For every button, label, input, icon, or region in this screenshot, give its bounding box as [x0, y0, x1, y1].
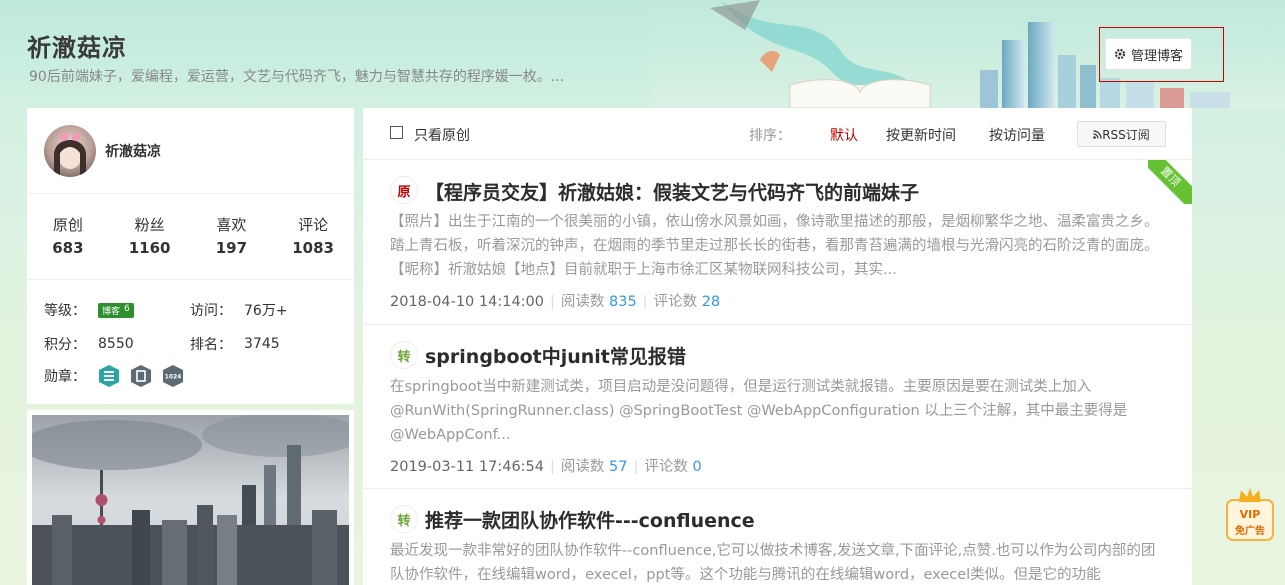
blog-header: 祈澈菇凉 90后前端妹子，爱编程，爱运营，文艺与代码齐飞，魅力与智慧共存的程序媛… [0, 0, 1285, 108]
stat-label: 粉丝 [134, 216, 165, 234]
sort-by-update-link[interactable]: 按更新时间 [886, 125, 956, 145]
profile-stats: 原创 683 粉丝 1160 喜欢 197 评论 1083 [27, 194, 354, 280]
repost-tag-icon: 转 [390, 341, 418, 369]
manage-blog-button[interactable]: 管理博客 [1105, 38, 1192, 70]
1024-medal-icon[interactable]: 1024 [162, 364, 184, 388]
avatar[interactable] [44, 125, 96, 177]
article-meta: 2018-04-10 14:14:00 | 阅读数 835 | 评论数 28 [390, 290, 720, 311]
visits-row: 访问： 76万+ [190, 300, 288, 320]
stat-label: 评论 [298, 216, 329, 234]
meta-divider: | [633, 459, 639, 475]
visits-value: 76万+ [244, 303, 288, 319]
article-summary[interactable]: 在springboot当中新建测试类，项目启动是没问题得，但是运行测试类就报错。… [390, 375, 1165, 447]
blog-title[interactable]: 祈澈菇凉 [27, 28, 127, 63]
article-item: 置顶 原 【程序员交友】祈澈姑娘：假装文艺与代码齐飞的前端妹子 【照片】出生于江… [363, 160, 1192, 325]
blog-description: 90后前端妹子，爱编程，爱运营，文艺与代码齐飞，魅力与智慧共存的程序媛一枚。..… [29, 69, 565, 85]
article-meta: 2019-03-11 17:46:54 | 阅读数 57 | 评论数 0 [390, 455, 702, 476]
stat-label: 喜欢 [216, 216, 247, 234]
vip-label: VIP [1239, 508, 1261, 521]
article-list-panel: 只看原创 排序： 默认 按更新时间 按访问量 RSS订阅 置顶 原 【程序员交友… [363, 108, 1192, 585]
level-number: 6 [124, 303, 130, 314]
level-badge[interactable]: 博客 6 [98, 302, 134, 318]
medals-label: 勋章： [44, 369, 86, 385]
repost-tag-icon: 转 [390, 505, 418, 533]
stat-value: 1160 [128, 239, 171, 257]
reads-count: 835 [609, 294, 637, 310]
article-date: 2019-03-11 17:46:54 [390, 459, 544, 475]
reads-label: 阅读数 [560, 459, 605, 475]
article-item: 转 推荐一款团队协作软件---confluence 最近发现一款非常好的团队协作… [363, 489, 1192, 585]
article-summary[interactable]: 【照片】出生于江南的一个很美丽的小镇，依山傍水风景如画，像诗歌里描述的那般，是烟… [390, 210, 1166, 282]
level-label: 等级： [44, 303, 86, 319]
points-row: 积分： 8550 [44, 334, 134, 354]
stat-value: 197 [215, 239, 248, 257]
rss-subscribe-button[interactable]: RSS订阅 [1077, 121, 1166, 147]
gear-icon [1114, 48, 1126, 60]
comments-label: 评论数 [653, 294, 698, 310]
article-title[interactable]: springboot中junit常见报错 [425, 342, 686, 369]
points-label: 积分： [44, 337, 86, 353]
article-title[interactable]: 【程序员交友】祈澈姑娘：假装文艺与代码齐飞的前端妹子 [425, 178, 919, 205]
medal-1024-text: 1024 [165, 374, 182, 381]
sidebar-city-image[interactable] [27, 410, 354, 585]
sort-default-link[interactable]: 默认 [830, 125, 858, 145]
no-ads-label: 免广告 [1235, 526, 1265, 537]
manage-blog-label: 管理博客 [1130, 48, 1183, 64]
stat-value: 1083 [292, 239, 334, 257]
rss-label: RSS订阅 [1102, 127, 1150, 142]
profile-name[interactable]: 祈澈菇凉 [105, 141, 161, 161]
profile-info: 等级： 博客 6 访问： 76万+ 积分： 8550 排名： 3745 勋章： [27, 280, 354, 404]
level-badge-text: 博客 [102, 306, 121, 317]
sort-by-views-link[interactable]: 按访问量 [989, 125, 1045, 145]
stat-original[interactable]: 原创 683 [27, 214, 109, 279]
rank-value: 3745 [244, 336, 280, 352]
stat-fans[interactable]: 粉丝 1160 [109, 214, 191, 279]
city-skyline-image [32, 415, 349, 585]
comments-count[interactable]: 0 [692, 459, 701, 475]
only-original-label[interactable]: 只看原创 [414, 125, 470, 145]
stat-likes[interactable]: 喜欢 197 [191, 214, 273, 279]
comments-count[interactable]: 28 [702, 294, 720, 310]
visits-label: 访问： [190, 303, 232, 319]
article-date: 2018-04-10 14:14:00 [390, 294, 544, 310]
profile-card: 祈澈菇凉 原创 683 粉丝 1160 喜欢 197 评论 1083 等级： 博… [27, 108, 354, 404]
meta-divider: | [642, 294, 648, 310]
pinned-label: 置顶 [1148, 160, 1192, 204]
article-item: 转 springboot中junit常见报错 在springboot当中新建测试… [363, 325, 1192, 489]
persist-medal-icon[interactable] [130, 364, 152, 388]
list-medal-icon[interactable] [98, 364, 120, 388]
comments-label: 评论数 [644, 459, 688, 475]
avatar-image [54, 133, 86, 177]
rss-icon [1093, 129, 1102, 139]
reads-label: 阅读数 [560, 294, 605, 310]
sort-label: 排序： [749, 128, 791, 144]
rank-row: 排名： 3745 [190, 334, 280, 354]
meta-divider: | [550, 294, 555, 310]
reads-count: 57 [609, 459, 628, 475]
stat-label: 原创 [52, 216, 83, 234]
level-row: 等级： 博客 6 [44, 300, 134, 320]
meta-divider: | [550, 459, 555, 475]
article-title[interactable]: 推荐一款团队协作软件---confluence [425, 506, 755, 533]
list-toolbar: 只看原创 排序： 默认 按更新时间 按访问量 RSS订阅 [363, 108, 1192, 160]
vip-no-ads-badge[interactable]: VIP 免广告 [1225, 486, 1275, 542]
profile-header: 祈澈菇凉 [27, 108, 354, 194]
stat-value: 683 [52, 239, 84, 257]
medals-row: 勋章： 1024 [44, 364, 194, 388]
points-value: 8550 [98, 336, 134, 352]
stat-comments[interactable]: 评论 1083 [272, 214, 354, 279]
article-summary[interactable]: 最近发现一款非常好的团队协作软件--confluence,它可以做技术博客,发送… [390, 539, 1165, 585]
original-tag-icon: 原 [390, 176, 418, 204]
pinned-ribbon: 置顶 [1148, 160, 1192, 204]
rank-label: 排名： [190, 337, 232, 353]
only-original-checkbox[interactable] [390, 126, 403, 139]
